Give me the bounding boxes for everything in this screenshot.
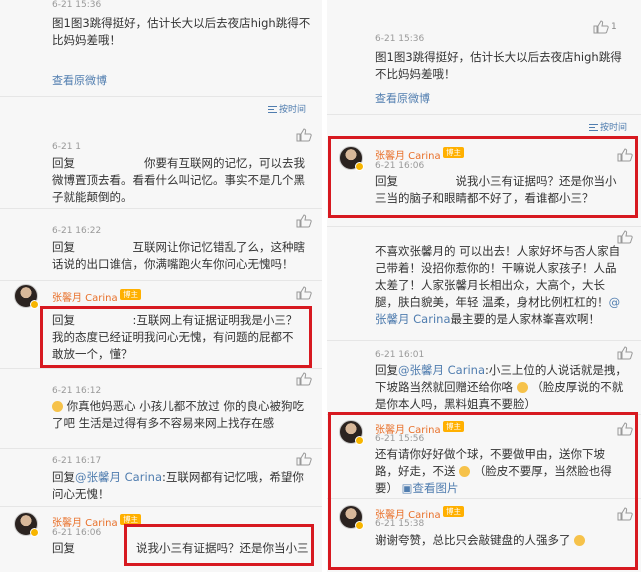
verified-icon: [355, 521, 364, 530]
comment-body: 不喜欢张馨月的 可以出去！人家好坏与否人家自己带着！没招你惹你的！干嘛说人家孩子…: [375, 244, 621, 309]
reply-prefix: 回复: [375, 363, 398, 377]
mention-link[interactable]: @张馨月 Carina: [75, 470, 162, 484]
timestamp: 6-21 16:17: [52, 456, 102, 466]
view-image-label: 查看图片: [412, 481, 459, 495]
divider: [327, 414, 641, 415]
timestamp: 6-21 16:22: [52, 226, 102, 236]
comment-text: 说我小三有证据吗？还是你当小三: [136, 541, 309, 555]
like-icon[interactable]: [617, 346, 633, 360]
timestamp: 6-21 15:56: [375, 434, 425, 444]
comment-text: 回复 你要有互联网的记忆，可以去我微博置顶去看。看看什么叫记忆。事实不是几个黑子…: [52, 156, 305, 204]
timestamp: 6-21 15:36: [375, 34, 425, 44]
blogger-badge: 博主: [120, 514, 141, 525]
username[interactable]: 张馨月 Carina: [52, 289, 118, 304]
avatar[interactable]: [339, 505, 364, 530]
divider: [0, 280, 322, 281]
like-icon[interactable]: [617, 507, 633, 521]
comment-text: 回复: [52, 541, 75, 555]
avatar[interactable]: [14, 512, 39, 537]
avatar[interactable]: [14, 284, 39, 309]
comment-text: 回复 :互联网上有证据证明我是小三？我的态度已经证明我问心无愧，有问题的屁都不敢…: [52, 313, 298, 361]
divider: [0, 448, 322, 449]
comment-text: 谢谢夸赞，总比只会敲键盘的人强多了: [375, 532, 627, 549]
sort-by-time-button[interactable]: 按时间: [268, 102, 306, 115]
sort-icon: [268, 106, 277, 113]
left-screenshot: 6-21 15:36 图1图3跳得挺好，估计长大以后去夜店high跳得不比妈妈差…: [0, 0, 322, 572]
blogger-badge: 博主: [443, 147, 464, 158]
comment-text: 还有请你好好做个球，不要做甲由，送你下坡路，好走，不送 （脸皮不要厚，当然脸也得…: [375, 446, 627, 497]
like-icon[interactable]: [296, 214, 312, 228]
comment-text: 回复 互联网让你记忆错乱了么，这种瞎话说的出口谁信，你满嘴跑火车你问心无愧吗！: [52, 240, 305, 271]
verified-icon: [355, 162, 364, 171]
timestamp: 6-21 15:38: [375, 519, 425, 529]
like-icon[interactable]: [617, 422, 633, 436]
username[interactable]: 张馨月 Carina: [52, 514, 118, 529]
view-image-link[interactable]: ▣查看图片: [402, 481, 459, 495]
like-count: 1: [611, 22, 617, 32]
avatar[interactable]: [339, 420, 364, 445]
blogger-badge: 博主: [120, 289, 141, 300]
divider: [0, 506, 322, 507]
comment-body: 谢谢夸赞，总比只会敲键盘的人强多了: [375, 533, 571, 547]
divider: [0, 208, 322, 209]
blogger-badge: 博主: [443, 506, 464, 517]
like-icon[interactable]: [617, 148, 633, 162]
comment-text: 回复@张馨月 Carina:小三上位的人说话就是拽，下坡路当然就回赠还给你咯 （…: [375, 362, 627, 413]
verified-icon: [355, 436, 364, 445]
verified-icon: [30, 528, 39, 537]
like-icon[interactable]: [296, 128, 312, 142]
like-icon[interactable]: [296, 372, 312, 386]
mention-link[interactable]: @张馨月 Carina: [398, 363, 485, 377]
emoji-icon: [516, 382, 528, 393]
blogger-badge: 博主: [443, 421, 464, 432]
divider: [0, 368, 322, 369]
timestamp: 6-21 16:01: [375, 350, 425, 360]
sort-label: 按时间: [600, 123, 628, 133]
divider: [327, 498, 641, 499]
emoji-icon: [52, 401, 63, 412]
like-icon[interactable]: [296, 286, 312, 300]
sort-icon: [589, 124, 598, 131]
timestamp: 6-21 16:06: [52, 528, 102, 538]
verified-icon: [30, 300, 39, 309]
view-original-post-link[interactable]: 查看原微博: [375, 90, 430, 106]
like-icon[interactable]: [617, 230, 633, 244]
comment-body: 最主要的是人家林峯喜欢啊！: [450, 312, 601, 326]
timestamp: 6-21 16:12: [52, 386, 102, 396]
right-screenshot: 1 6-21 15:36 图1图3跳得挺好，估计长大以后去夜店high跳得不比妈…: [327, 0, 641, 572]
divider: [327, 226, 641, 227]
timestamp: 6-21 16:06: [375, 161, 425, 171]
avatar[interactable]: [339, 146, 364, 171]
comment-text: 你真他妈恶心 小孩儿都不放过 你的良心被狗吃了吧 生活是过得有多不容易来网上找存…: [52, 398, 308, 432]
divider: [0, 96, 322, 97]
timestamp: 6-21 1: [52, 142, 82, 152]
sort-label: 按时间: [279, 105, 307, 115]
divider: [327, 340, 641, 341]
view-original-post-link[interactable]: 查看原微博: [52, 72, 107, 88]
comment-body: 你真他妈恶心 小孩儿都不放过 你的良心被狗吃了吧 生活是过得有多不容易来网上找存…: [52, 399, 304, 430]
username[interactable]: 张馨月 Carina: [375, 147, 441, 162]
emoji-icon: [459, 466, 471, 477]
comment-text: 回复@张馨月 Carina:互联网都有记忆哦，希望你问心无愧！: [52, 469, 308, 503]
like-icon[interactable]: [296, 452, 312, 466]
reply-prefix: 回复: [52, 470, 75, 484]
comment-text: 回复 说我小三有证据吗？还是你当小三当的脑子和眼睛都不好了，看谁都小三？: [375, 174, 617, 205]
like-icon[interactable]: [593, 20, 609, 34]
sort-by-time-button[interactable]: 按时间: [589, 120, 627, 133]
divider: [327, 114, 641, 115]
original-post-text: 图1图3跳得挺好，估计长大以后去夜店high跳得不比妈妈差哦！: [52, 16, 311, 47]
comment-text: 不喜欢张馨月的 可以出去！人家好坏与否人家自己带着！没招你惹你的！干嘛说人家孩子…: [375, 243, 627, 328]
emoji-icon: [574, 535, 586, 546]
original-post-text: 图1图3跳得挺好，估计长大以后去夜店high跳得不比妈妈差哦！: [375, 50, 622, 81]
timestamp: 6-21 15:36: [52, 0, 102, 10]
